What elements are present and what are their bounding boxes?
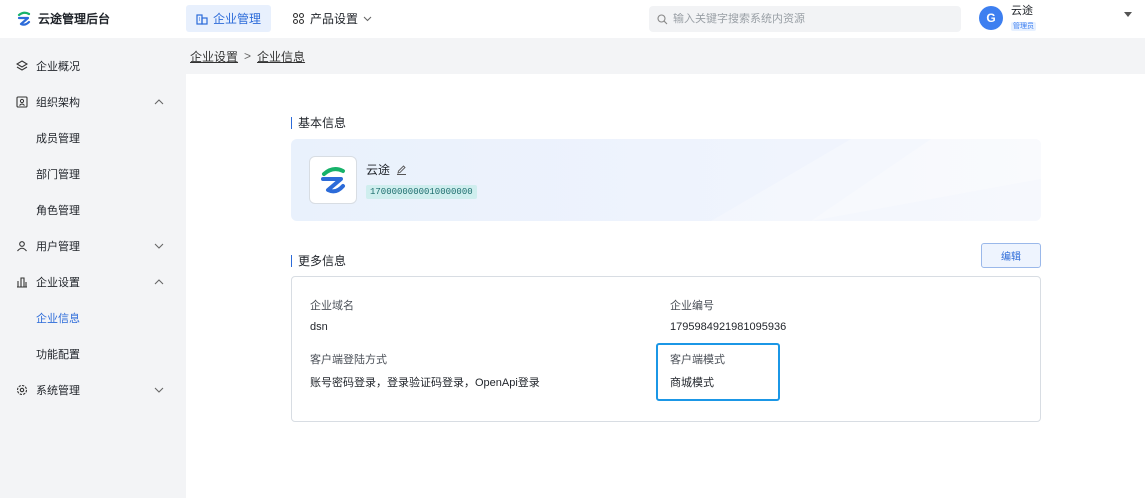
app-title: 云途管理后台 <box>38 12 111 26</box>
sidebar-item-label: 用户管理 <box>36 241 80 253</box>
sidebar-item-label: 系统管理 <box>36 385 80 397</box>
sidebar-item-label: 功能配置 <box>36 349 80 361</box>
brand[interactable]: 云途管理后台 <box>16 10 110 27</box>
sidebar-item-feature-config[interactable]: 功能配置 <box>0 336 186 372</box>
sidebar-item-org-structure[interactable]: 组织架构 <box>0 84 186 120</box>
section-basic-info: 基本信息 <box>291 114 346 131</box>
section-bar <box>291 254 292 267</box>
sidebar: 企业概况 组织架构 成员管理 部门管理 角色管理 用户管理 企业设置 企业信息 … <box>0 38 186 498</box>
sidebar-item-label: 企业设置 <box>36 277 80 289</box>
company-logo-icon <box>321 167 345 194</box>
card-decoration <box>711 139 1041 221</box>
building-icon <box>196 13 208 25</box>
search-box[interactable] <box>649 6 961 32</box>
sidebar-item-label: 部门管理 <box>36 169 80 181</box>
company-name: 云途 <box>366 163 391 177</box>
field-value-domain: dsn <box>310 321 328 333</box>
layers-icon <box>16 60 28 71</box>
section-title: 基本信息 <box>298 116 347 130</box>
sidebar-item-enterprise-settings[interactable]: 企业设置 <box>0 264 186 300</box>
user-role-badge: 管理员 <box>1011 22 1036 31</box>
sidebar-item-roles[interactable]: 角色管理 <box>0 192 186 228</box>
product-icon <box>292 12 305 25</box>
sidebar-item-label: 企业概况 <box>36 61 80 73</box>
field-value-enterprise-number: 1795984921981095936 <box>670 321 787 333</box>
section-more-info: 更多信息 <box>291 252 346 269</box>
highlight-box <box>656 343 780 401</box>
search-input[interactable] <box>673 13 943 25</box>
sidebar-item-overview[interactable]: 企业概况 <box>0 48 186 84</box>
enterprise-icon <box>17 277 27 288</box>
chevron-up-icon <box>154 279 164 285</box>
sidebar-item-members[interactable]: 成员管理 <box>0 120 186 156</box>
company-id-badge: 1700000000010000000 <box>366 185 477 199</box>
breadcrumb-item-enterprise-info[interactable]: 企业信息 <box>257 48 305 65</box>
tab-label: 企业管理 <box>213 12 262 26</box>
settings-icon <box>16 384 28 396</box>
breadcrumb: 企业设置 > 企业信息 <box>186 38 1145 74</box>
avatar[interactable]: G <box>979 6 1003 30</box>
user-icon <box>17 241 27 252</box>
sidebar-item-users[interactable]: 用户管理 <box>0 228 186 264</box>
user-menu[interactable]: G 云途 管理员 <box>979 5 1036 31</box>
company-logo <box>309 156 357 204</box>
breadcrumb-item-enterprise-settings[interactable]: 企业设置 <box>190 48 238 65</box>
sidebar-item-label: 组织架构 <box>36 97 80 109</box>
section-bar <box>291 116 292 129</box>
sidebar-item-system-management[interactable]: 系统管理 <box>0 372 186 408</box>
sidebar-item-departments[interactable]: 部门管理 <box>0 156 186 192</box>
org-icon <box>16 96 28 108</box>
more-info-card: 企业域名 dsn 企业编号 1795984921981095936 客户端登陆方… <box>291 276 1041 422</box>
sidebar-item-enterprise-info[interactable]: 企业信息 <box>0 300 186 336</box>
edit-pencil-icon[interactable] <box>396 164 407 175</box>
tab-enterprise-management[interactable]: 企业管理 <box>186 5 272 32</box>
sidebar-item-label: 成员管理 <box>36 133 80 145</box>
caret-down-icon[interactable] <box>1124 12 1132 18</box>
user-name: 云途 <box>1011 5 1033 17</box>
sidebar-item-label: 企业信息 <box>36 313 80 325</box>
field-label-login-method: 客户端登陆方式 <box>310 354 387 366</box>
chevron-up-icon <box>154 99 164 105</box>
tab-label: 产品设置 <box>310 12 359 26</box>
edit-button[interactable]: 编辑 <box>981 243 1041 268</box>
field-value-login-method: 账号密码登录，登录验证码登录，OpenApi登录 <box>310 377 540 389</box>
app-logo-icon <box>17 11 31 26</box>
company-name-row: 云途 <box>366 161 407 178</box>
chevron-down-icon <box>154 243 164 249</box>
tab-product-settings[interactable]: 产品设置 <box>282 5 382 32</box>
main-content: 基本信息 云途 1700000000010000000 更多信息 编辑 企业域名… <box>186 74 1145 498</box>
chevron-down-icon <box>363 16 372 22</box>
basic-info-card: 云途 1700000000010000000 <box>291 139 1041 221</box>
field-label-enterprise-number: 企业编号 <box>670 300 714 312</box>
section-title: 更多信息 <box>298 254 347 268</box>
search-icon <box>657 13 668 24</box>
sidebar-item-label: 角色管理 <box>36 205 80 217</box>
top-bar: 云途管理后台 企业管理 产品设置 G 云途 管理员 <box>0 0 1145 38</box>
breadcrumb-separator: > <box>244 49 252 63</box>
field-label-domain: 企业域名 <box>310 300 354 312</box>
chevron-down-icon <box>154 387 164 393</box>
